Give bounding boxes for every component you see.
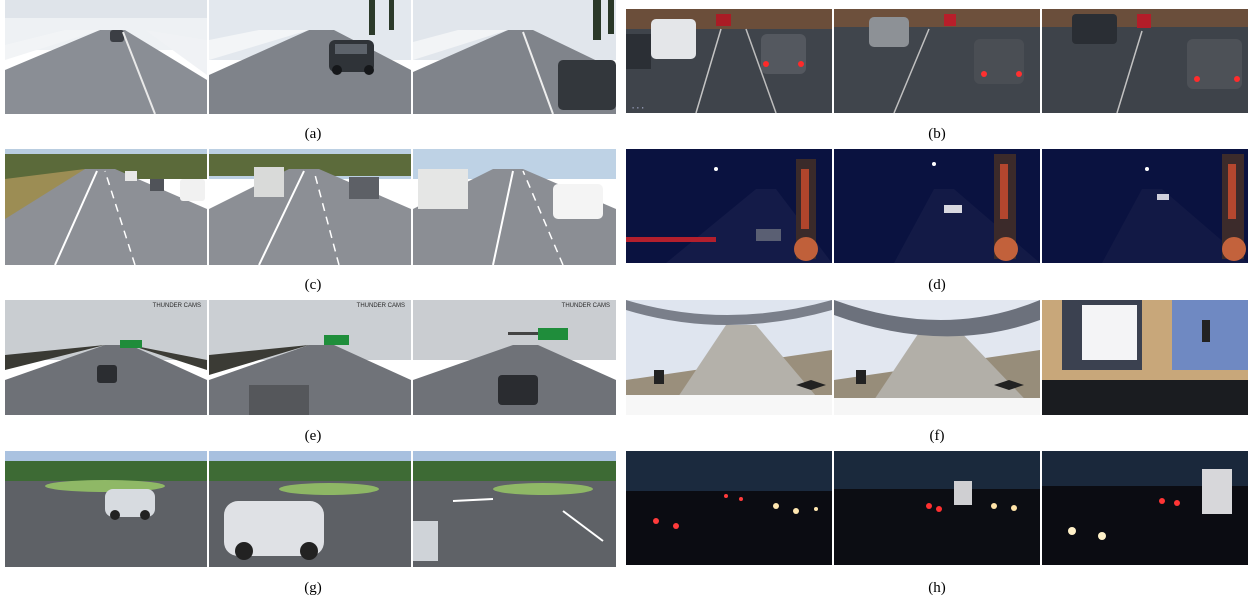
frame-g3 xyxy=(413,451,616,567)
night-highway-image xyxy=(1042,149,1248,263)
panel-d xyxy=(626,149,1248,263)
night-highway-image xyxy=(834,149,1040,263)
roundabout-image xyxy=(209,451,411,567)
snow-road-image xyxy=(209,0,411,114)
night-traffic-image xyxy=(1042,451,1248,565)
frame-f2 xyxy=(834,300,1040,415)
watermark: THUNDER CAMS xyxy=(356,303,405,309)
frame-d1 xyxy=(626,149,832,263)
panel-e: THUNDER CAMS THUNDER CAMS THUNDER CAMS xyxy=(5,300,616,415)
snowy-sign-road-image xyxy=(413,300,616,415)
frame-b2 xyxy=(834,9,1040,113)
panel-c xyxy=(5,149,616,265)
caption-d: (d) xyxy=(928,277,946,293)
frame-a1 xyxy=(5,0,207,114)
frame-c1 xyxy=(5,149,207,265)
roundabout-image xyxy=(5,451,207,567)
frame-h2 xyxy=(834,451,1040,565)
wet-traffic-image xyxy=(834,9,1040,113)
truck-cab-image xyxy=(626,300,832,415)
frame-g1 xyxy=(5,451,207,567)
frame-f3 xyxy=(1042,300,1248,415)
frame-h3 xyxy=(1042,451,1248,565)
panel-a xyxy=(5,0,616,114)
frame-f1 xyxy=(626,300,832,415)
snow-road-image xyxy=(5,0,207,114)
frame-b3 xyxy=(1042,9,1248,113)
night-traffic-image xyxy=(834,451,1040,565)
frame-e3: THUNDER CAMS xyxy=(413,300,616,415)
frame-b1: ▪ ▪ ▪ xyxy=(626,9,832,113)
sunny-highway-image xyxy=(5,149,207,265)
watermark: THUNDER CAMS xyxy=(152,303,201,309)
watermark: THUNDER CAMS xyxy=(561,303,610,309)
sunny-highway-image xyxy=(209,149,411,265)
frame-d2 xyxy=(834,149,1040,263)
panel-f xyxy=(626,300,1248,415)
panel-b: ▪ ▪ ▪ xyxy=(626,9,1248,113)
caption-a: (a) xyxy=(304,126,322,142)
sunny-highway-image xyxy=(413,149,616,265)
frame-e2: THUNDER CAMS xyxy=(209,300,411,415)
panel-g xyxy=(5,451,616,567)
frame-g2 xyxy=(209,451,411,567)
caption-c: (c) xyxy=(304,277,322,293)
frame-d3 xyxy=(1042,149,1248,263)
frame-c2 xyxy=(209,149,411,265)
truck-cab-image xyxy=(834,300,1040,415)
frame-h1 xyxy=(626,451,832,565)
panel-h xyxy=(626,451,1248,565)
truck-cab-image xyxy=(1042,300,1248,415)
frame-c3 xyxy=(413,149,616,265)
frame-a2 xyxy=(209,0,411,114)
wet-traffic-image xyxy=(626,9,832,113)
night-traffic-image xyxy=(626,451,832,565)
roundabout-image xyxy=(413,451,616,567)
wet-traffic-image xyxy=(1042,9,1248,113)
caption-e: (e) xyxy=(304,428,322,444)
frame-e1: THUNDER CAMS xyxy=(5,300,207,415)
caption-g: (g) xyxy=(304,580,322,596)
frame-a3 xyxy=(413,0,616,114)
caption-b: (b) xyxy=(928,126,946,142)
caption-f: (f) xyxy=(929,428,945,444)
caption-h: (h) xyxy=(928,580,946,596)
night-highway-image xyxy=(626,149,832,263)
timestamp-overlay: ▪ ▪ ▪ xyxy=(632,107,645,111)
snowy-sign-road-image xyxy=(5,300,207,415)
snowy-sign-road-image xyxy=(209,300,411,415)
snow-road-image xyxy=(413,0,616,114)
